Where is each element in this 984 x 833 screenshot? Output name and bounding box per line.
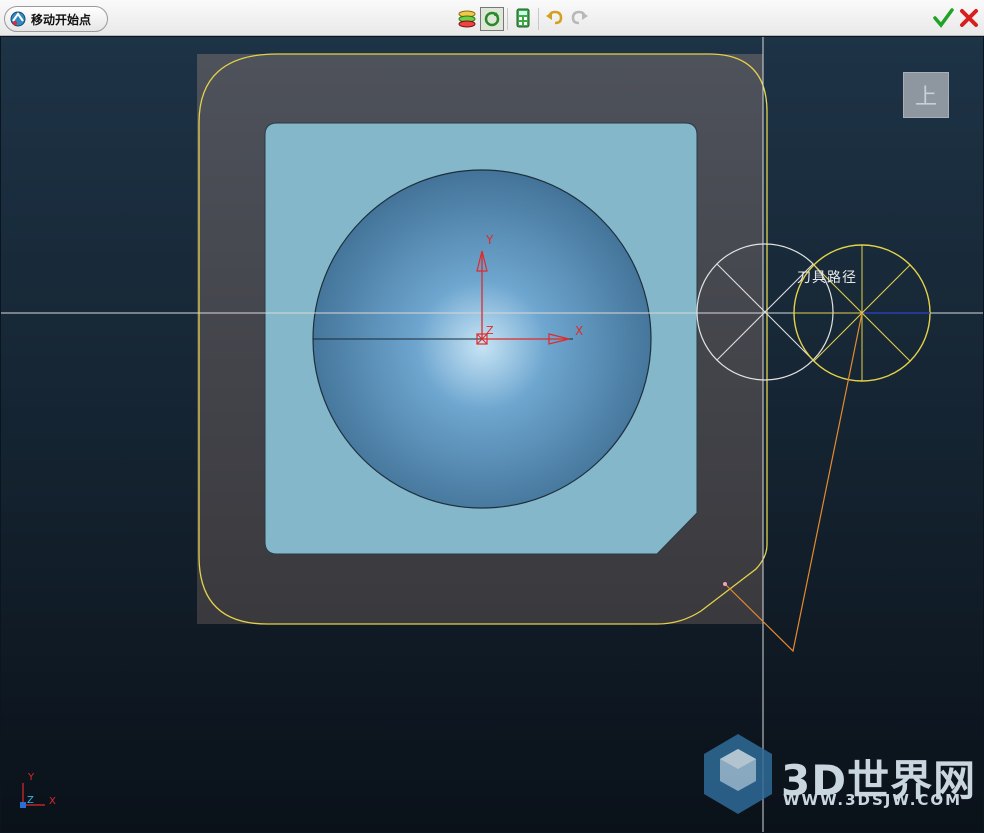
view-cube-label: 上 xyxy=(914,85,937,110)
select-rotate-icon[interactable] xyxy=(480,7,504,31)
axis-z-label: Z xyxy=(486,324,494,337)
graphics-viewport[interactable]: Y X Z Y Z X 上 刀具路径 3D世界网 WWW.3DSJW.COM xyxy=(1,37,983,832)
toolbar-separator xyxy=(507,8,508,30)
toolpath-icon[interactable] xyxy=(456,7,478,29)
calculator-icon[interactable] xyxy=(512,7,534,29)
move-start-point-label: 移动开始点 xyxy=(31,12,92,27)
watermark-url: WWW.3DSJW.COM xyxy=(783,791,963,809)
move-start-point-button[interactable]: 移动开始点 xyxy=(4,6,108,32)
axis-y-label: Y xyxy=(485,233,494,247)
view-cube-top[interactable]: 上 xyxy=(903,72,949,118)
start-point-marker[interactable] xyxy=(723,582,727,586)
toolbar-separator xyxy=(538,8,539,30)
move-start-point-icon xyxy=(10,11,26,27)
cancel-x-icon[interactable] xyxy=(958,7,980,29)
tool-path-label: 刀具路径 xyxy=(797,270,857,286)
triad-x-label: X xyxy=(49,796,56,807)
triad-z-label: Z xyxy=(27,795,34,806)
redo-icon[interactable] xyxy=(568,7,590,29)
toolbar: 移动开始点 xyxy=(0,0,984,36)
scene-canvas[interactable]: Y X Z Y Z X xyxy=(1,37,983,832)
triad-y-label: Y xyxy=(27,772,35,783)
axis-x-label: X xyxy=(575,324,583,338)
undo-icon[interactable] xyxy=(544,7,566,29)
ok-check-icon[interactable] xyxy=(932,7,954,29)
watermark-logo-icon xyxy=(704,734,772,814)
